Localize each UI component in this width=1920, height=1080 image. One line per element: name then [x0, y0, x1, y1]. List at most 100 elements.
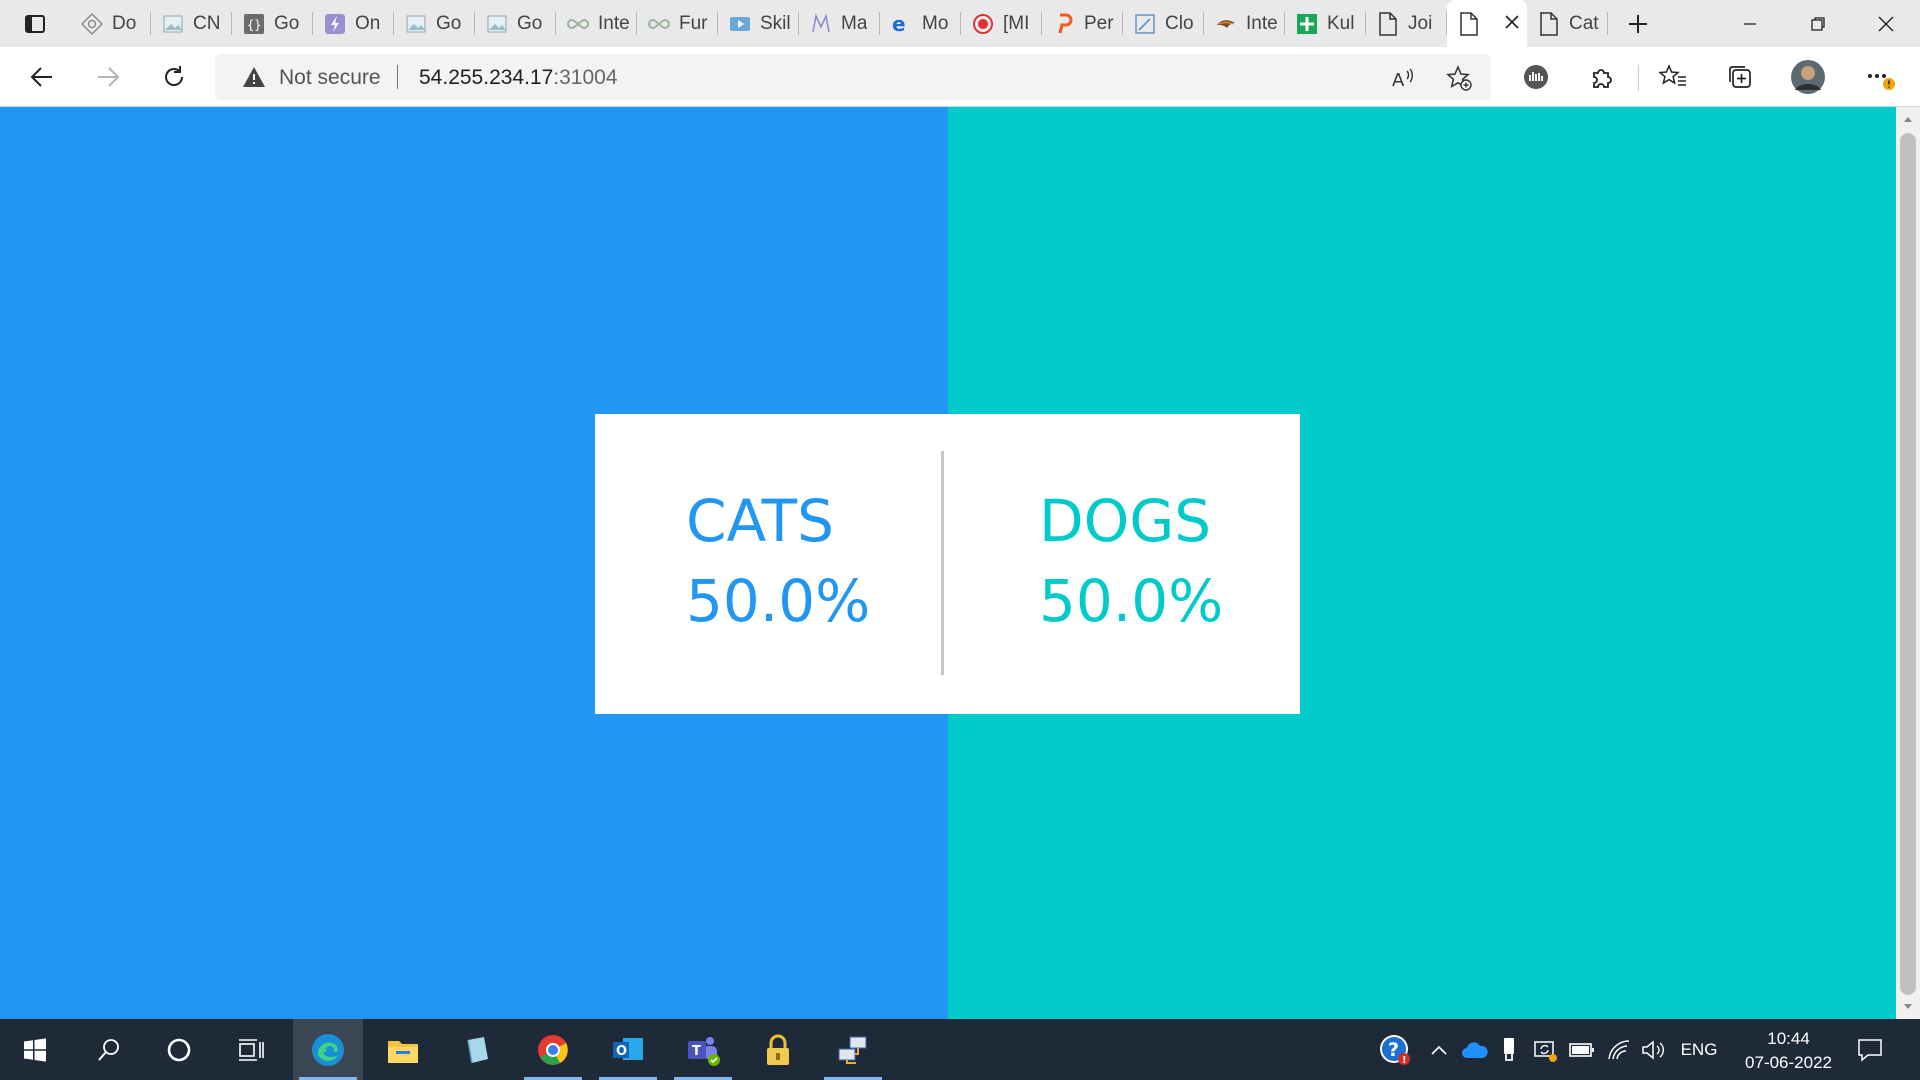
infinity-icon [566, 12, 590, 36]
cloud-icon [1462, 1041, 1488, 1058]
tab-title: Skil [760, 12, 791, 34]
green-plus-icon [1295, 12, 1319, 36]
padlock-icon [767, 1034, 789, 1065]
network-computers-icon [838, 1036, 867, 1064]
tab[interactable]: Fur [637, 0, 718, 47]
tab[interactable]: [MI [961, 0, 1042, 47]
dogs-percent: 50.0% [1039, 567, 1224, 635]
tab-title: Inte [1246, 12, 1278, 34]
tab[interactable]: On [313, 0, 394, 47]
show-hidden-icons-button[interactable] [1424, 1019, 1454, 1080]
cats-percent: 50.0% [686, 567, 871, 635]
taskbar-remote-desktop[interactable] [818, 1019, 888, 1080]
dogs-result: DOGS 50.0% [948, 414, 1300, 714]
wifi-icon [1608, 1039, 1630, 1059]
scroll-thumb[interactable] [1900, 133, 1916, 995]
pen-square-icon [1133, 12, 1157, 36]
not-secure-label[interactable]: Not secure [279, 66, 381, 90]
volume-tray[interactable] [1638, 1019, 1668, 1080]
favorites-button[interactable] [1653, 57, 1693, 97]
minimize-icon [1744, 22, 1756, 25]
tab[interactable]: Skil [718, 0, 799, 47]
star-add-icon [1446, 65, 1472, 91]
teams-icon: T [688, 1036, 720, 1066]
profile-button[interactable] [1788, 57, 1828, 97]
url-text[interactable]: 54.255.234.17:31004 [419, 66, 618, 90]
tab[interactable]: Inte [556, 0, 637, 47]
collections-icon [1729, 66, 1751, 88]
tab-active[interactable] [1447, 0, 1527, 47]
address-separator [397, 65, 398, 89]
tab-actions-icon [25, 14, 45, 33]
tab[interactable]: CN [151, 0, 232, 47]
svg-text:!: ! [1402, 1055, 1407, 1066]
task-view-button[interactable] [216, 1019, 286, 1080]
tab[interactable]: Ma [799, 0, 880, 47]
collections-button[interactable] [1720, 57, 1760, 97]
onedrive-tray[interactable] [1458, 1019, 1492, 1080]
tab-title: Inte [598, 12, 630, 34]
tab[interactable]: Joi [1366, 0, 1447, 47]
tab[interactable]: Cat [1527, 0, 1608, 47]
refresh-icon [165, 66, 184, 86]
tab[interactable]: Per [1042, 0, 1123, 47]
address-bar[interactable]: Not secure 54.255.234.17:31004 A [215, 54, 1491, 100]
tab[interactable]: e Mo [880, 0, 961, 47]
tab[interactable]: Go [394, 0, 475, 47]
taskbar-chrome[interactable] [518, 1019, 588, 1080]
device-sync-tray[interactable] [1530, 1019, 1560, 1080]
tab-title: Cat [1569, 12, 1599, 34]
language-label: ENG [1680, 1039, 1718, 1059]
close-tab-icon[interactable] [1505, 13, 1519, 35]
wifi-tray[interactable] [1604, 1019, 1634, 1080]
vertical-scrollbar[interactable] [1896, 107, 1920, 1019]
scroll-up-button[interactable] [1896, 109, 1920, 129]
tab-title: On [355, 12, 381, 34]
tab-title: CN [193, 12, 221, 34]
tray-help[interactable]: ?! [1374, 1019, 1416, 1080]
tab[interactable]: Do [70, 0, 151, 47]
forward-button[interactable] [88, 57, 128, 97]
back-button[interactable] [22, 57, 62, 97]
taskbar-notes-app[interactable] [443, 1019, 513, 1080]
new-tab-button[interactable] [1608, 0, 1668, 47]
lightning-icon [323, 12, 347, 36]
battery-tray[interactable] [1566, 1019, 1598, 1080]
taskbar-file-explorer[interactable] [368, 1019, 438, 1080]
scroll-down-button[interactable] [1896, 997, 1920, 1017]
refresh-button[interactable] [154, 57, 194, 97]
record-icon [971, 12, 995, 36]
close-icon [1878, 16, 1894, 31]
settings-more-button[interactable] [1860, 57, 1900, 97]
action-center-button[interactable] [1850, 1019, 1890, 1080]
system-clock[interactable]: 10:44 07-06-2022 [1745, 1027, 1832, 1075]
taskbar-teams[interactable]: T [668, 1019, 738, 1080]
dogs-label: DOGS [1039, 487, 1212, 555]
tab[interactable]: Go [475, 0, 556, 47]
tab-title: Per [1084, 12, 1114, 34]
search-button[interactable] [74, 1019, 144, 1080]
tab-actions-button[interactable] [0, 0, 70, 47]
extension-button[interactable] [1516, 57, 1556, 97]
add-favorite-button[interactable] [1445, 64, 1473, 92]
minimize-button[interactable] [1716, 0, 1784, 47]
svg-text:A: A [1392, 70, 1405, 90]
taskbar-security-app[interactable] [743, 1019, 813, 1080]
results-card: CATS 50.0% DOGS 50.0% [595, 414, 1300, 714]
tab-list: Do CN {} Go On Go Go Inte Fur Skil Ma e Mo [MI Per Clo I… [70, 0, 1608, 47]
usb-tray[interactable] [1494, 1019, 1524, 1080]
start-button[interactable] [0, 1019, 70, 1080]
taskbar-edge[interactable] [293, 1019, 363, 1080]
read-aloud-button[interactable]: A [1390, 64, 1418, 92]
tab[interactable]: Clo [1123, 0, 1204, 47]
tab-title: Go [436, 12, 462, 34]
restore-button[interactable] [1784, 0, 1852, 47]
taskbar-outlook[interactable]: O [593, 1019, 663, 1080]
tab[interactable]: Kul [1285, 0, 1366, 47]
close-window-button[interactable] [1852, 0, 1920, 47]
tab[interactable]: {} Go [232, 0, 313, 47]
cortana-button[interactable] [144, 1019, 214, 1080]
tab[interactable]: Inte [1204, 0, 1285, 47]
extensions-button[interactable] [1582, 57, 1622, 97]
language-indicator[interactable]: ENG [1674, 1019, 1724, 1080]
